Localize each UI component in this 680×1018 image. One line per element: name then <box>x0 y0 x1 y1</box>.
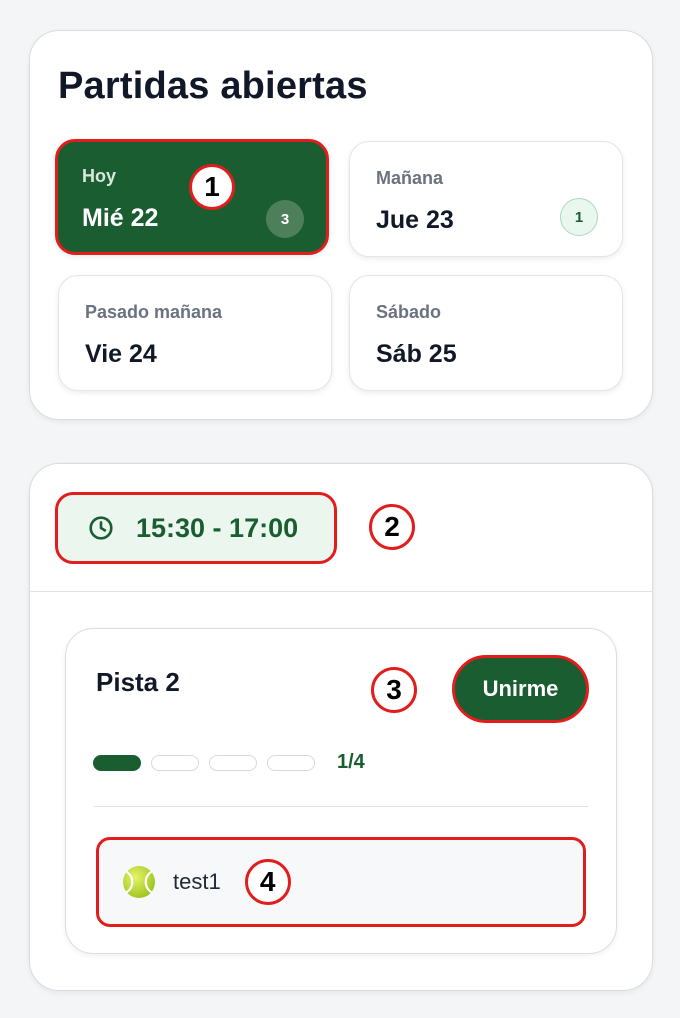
match-count-badge: 3 <box>266 200 304 238</box>
player-name: test1 <box>173 869 221 894</box>
court-divider <box>94 806 588 807</box>
day-label: Sábado <box>376 302 442 322</box>
player-list-item[interactable]: test1 4 <box>96 837 586 927</box>
day-label: Hoy <box>82 166 117 186</box>
player-slot <box>209 754 257 771</box>
time-slot-card: 15:30 - 17:00 2 Pista 2 3 Unirme 1/4 tes… <box>29 463 653 991</box>
player-slot <box>151 754 199 771</box>
player-slot <box>267 754 315 771</box>
day-date: Mié 22 <box>82 204 159 232</box>
step-marker-2: 2 <box>369 504 415 550</box>
match-count-badge: 1 <box>560 198 598 236</box>
day-tile-tomorrow[interactable]: Mañana Jue 23 1 <box>349 141 623 257</box>
day-label: Pasado mañana <box>85 302 223 322</box>
occupancy-count: 1/4 <box>337 751 365 773</box>
tennis-ball-icon <box>123 866 155 898</box>
join-button[interactable]: Unirme <box>452 655 589 723</box>
step-marker-1: 1 <box>189 164 235 210</box>
day-label: Mañana <box>376 168 444 188</box>
day-date: Vie 24 <box>85 340 157 368</box>
section-divider <box>30 591 652 592</box>
time-range: 15:30 - 17:00 <box>136 512 299 543</box>
clock-icon <box>89 516 113 540</box>
step-marker-4: 4 <box>244 859 291 905</box>
player-slot <box>93 754 141 771</box>
court-name: Pista 2 <box>96 667 180 697</box>
open-matches-card: Partidas abiertas Hoy Mié 22 3 Mañana Ju… <box>29 30 653 420</box>
day-tile-saturday[interactable]: Sábado Sáb 25 <box>349 275 623 391</box>
day-date: Jue 23 <box>376 206 454 234</box>
day-date: Sáb 25 <box>376 340 457 368</box>
court-card: Pista 2 3 Unirme 1/4 test1 4 <box>65 628 617 954</box>
day-tile-day-after-tomorrow[interactable]: Pasado mañana Vie 24 <box>58 275 332 391</box>
step-marker-3: 3 <box>371 667 417 713</box>
page-title: Partidas abiertas <box>58 65 368 107</box>
time-slot-pill[interactable]: 15:30 - 17:00 <box>55 492 337 564</box>
occupancy-indicator: 1/4 <box>93 751 365 774</box>
